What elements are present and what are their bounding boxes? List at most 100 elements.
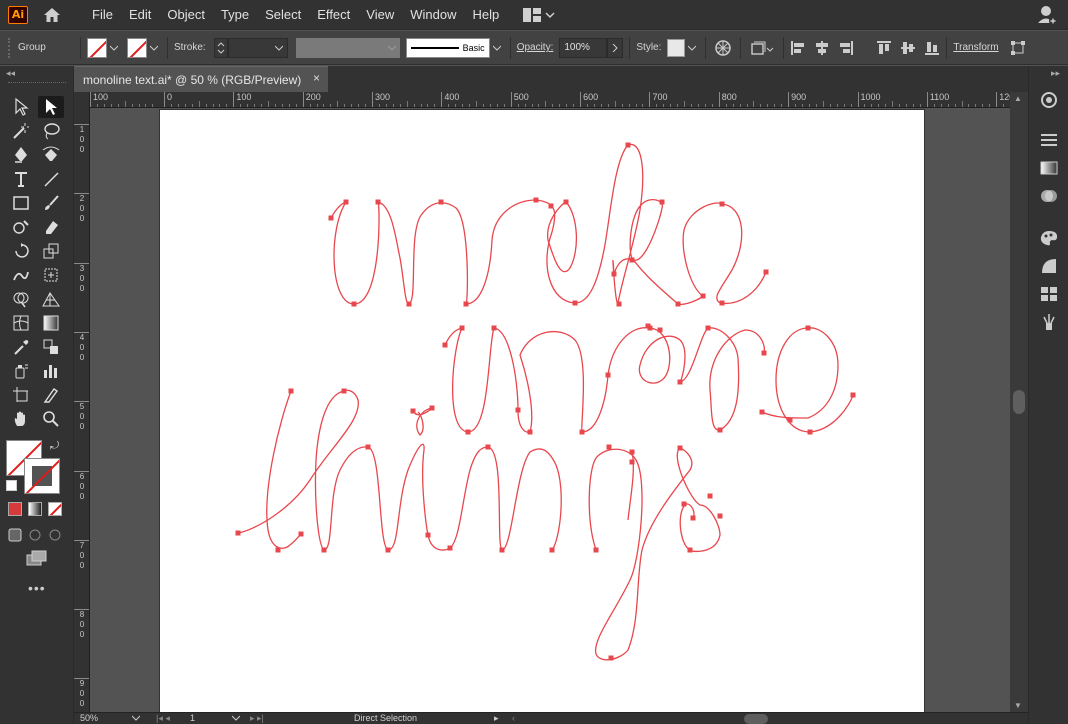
draw-behind-icon[interactable]	[28, 528, 42, 547]
scroll-thumb[interactable]	[1013, 390, 1025, 414]
symbol-sprayer-tool-icon[interactable]	[8, 360, 34, 382]
word-things-g-path[interactable]	[588, 447, 721, 661]
align-right-icon[interactable]	[838, 40, 854, 56]
anchor-point[interactable]	[499, 547, 505, 553]
scroll-down-icon[interactable]: ▼	[1014, 701, 1022, 710]
align-top-icon[interactable]	[876, 40, 892, 56]
anchor-point[interactable]	[681, 501, 687, 507]
artboard-number[interactable]: 1	[190, 713, 195, 723]
anchor-point[interactable]	[759, 409, 765, 415]
stroke-color-box[interactable]	[24, 458, 60, 494]
anchor-point[interactable]	[491, 325, 497, 331]
brush-definition[interactable]: Basic	[405, 37, 490, 58]
chevron-down-icon[interactable]	[490, 38, 504, 58]
swatches-icon[interactable]	[1037, 282, 1061, 306]
word-things-h-path[interactable]	[266, 390, 302, 549]
perspective-grid-tool-icon[interactable]	[38, 288, 64, 310]
anchor-point[interactable]	[425, 532, 431, 538]
anchor-point[interactable]	[805, 325, 811, 331]
menu-object[interactable]: Object	[159, 0, 213, 30]
anchor-point[interactable]	[763, 269, 769, 275]
rotate-tool-icon[interactable]	[8, 240, 34, 262]
anchor-point[interactable]	[465, 429, 471, 435]
warp-tool-icon[interactable]	[8, 264, 34, 286]
document-tab[interactable]: monoline text.ai* @ 50 % (RGB/Preview) ×	[74, 66, 328, 92]
anchor-point[interactable]	[321, 547, 327, 553]
canvas[interactable]	[90, 108, 1010, 712]
anchor-point[interactable]	[625, 142, 631, 148]
menu-window[interactable]: Window	[402, 0, 464, 30]
anchor-point[interactable]	[606, 444, 612, 450]
anchor-point[interactable]	[438, 199, 444, 205]
anchor-point[interactable]	[365, 444, 371, 450]
anchor-point[interactable]	[608, 655, 614, 661]
menu-effect[interactable]: Effect	[309, 0, 358, 30]
horizontal-ruler[interactable]: 100 0 100 200 300 400 500 600 700 800 900 1000 1100 1…	[90, 92, 1010, 108]
anchor-point[interactable]	[579, 429, 585, 435]
hscroll-thumb[interactable]	[744, 714, 768, 724]
next-artboard-icon[interactable]: ▸ ▸|	[250, 713, 264, 724]
anchor-point[interactable]	[700, 293, 706, 299]
type-tool-icon[interactable]	[8, 168, 34, 190]
curvature-tool-icon[interactable]	[38, 144, 64, 166]
anchor-point[interactable]	[645, 323, 651, 329]
eraser-tool-icon[interactable]	[38, 216, 64, 238]
shape-builder-tool-icon[interactable]	[8, 288, 34, 310]
menu-view[interactable]: View	[358, 0, 402, 30]
close-icon[interactable]: ×	[313, 71, 320, 85]
vertical-scrollbar[interactable]: ▲ ▼	[1010, 92, 1028, 712]
menu-help[interactable]: Help	[464, 0, 507, 30]
anchor-point[interactable]	[659, 199, 665, 205]
menu-edit[interactable]: Edit	[121, 0, 159, 30]
anchor-point[interactable]	[328, 215, 334, 221]
eyedropper-tool-icon[interactable]	[8, 336, 34, 358]
screen-mode-icon[interactable]	[26, 550, 48, 571]
anchor-point[interactable]	[807, 429, 813, 435]
anchor-point[interactable]	[447, 545, 453, 551]
anchor-point[interactable]	[406, 301, 412, 307]
anchor-point[interactable]	[485, 444, 491, 450]
lettering-artwork[interactable]	[90, 108, 1010, 712]
shaper-tool-icon[interactable]	[8, 216, 34, 238]
anchor-point[interactable]	[605, 372, 611, 378]
draw-normal-icon[interactable]	[8, 528, 22, 547]
color-mode-icon[interactable]	[8, 502, 22, 516]
anchor-point[interactable]	[563, 199, 569, 205]
anchor-point[interactable]	[385, 547, 391, 553]
chevron-down-icon[interactable]	[685, 38, 699, 58]
edit-toolbar-icon[interactable]: •••	[28, 580, 46, 596]
stroke-weight-field[interactable]	[227, 37, 288, 58]
anchor-point[interactable]	[527, 429, 533, 435]
anchor-point[interactable]	[533, 197, 539, 203]
anchor-point[interactable]	[375, 199, 381, 205]
anchor-point[interactable]	[675, 301, 681, 307]
fill-swatch[interactable]	[87, 37, 107, 58]
anchor-point[interactable]	[548, 203, 554, 209]
paintbrush-tool-icon[interactable]	[38, 192, 64, 214]
vertical-ruler[interactable]: 1 0 0 2 0 0 3 0 0 4 0 0 5 0 0 6 0 0 7 0 0 8 0 0…	[74, 92, 90, 712]
chevron-down-icon[interactable]	[107, 38, 121, 58]
anchor-point[interactable]	[410, 408, 416, 414]
align-hcenter-icon[interactable]	[814, 40, 830, 56]
hand-tool-icon[interactable]	[8, 408, 34, 430]
anchor-point[interactable]	[707, 493, 713, 499]
free-transform-tool-icon[interactable]	[38, 264, 64, 286]
anchor-point[interactable]	[677, 379, 683, 385]
gradient-tool-icon[interactable]	[38, 312, 64, 334]
home-icon[interactable]	[40, 3, 64, 27]
first-artboard-icon[interactable]: |◂ ◂	[156, 713, 170, 724]
none-mode-icon[interactable]	[48, 502, 62, 516]
anchor-point[interactable]	[705, 325, 711, 331]
transform-link[interactable]: Transform	[953, 42, 998, 53]
graphic-style-swatch[interactable]	[667, 38, 686, 57]
anchor-point[interactable]	[442, 342, 448, 348]
word-things-i-path[interactable]	[412, 407, 434, 436]
collapse-panel-icon[interactable]: ◂◂	[6, 68, 15, 79]
rectangle-tool-icon[interactable]	[8, 192, 34, 214]
magic-wand-tool-icon[interactable]	[8, 120, 34, 142]
stroke-stepper[interactable]	[213, 37, 228, 58]
panel-grip[interactable]	[8, 82, 66, 85]
transform-icon[interactable]	[1009, 39, 1027, 57]
stroke-swatch[interactable]	[127, 37, 147, 58]
opacity-field[interactable]: 100%	[559, 37, 608, 58]
